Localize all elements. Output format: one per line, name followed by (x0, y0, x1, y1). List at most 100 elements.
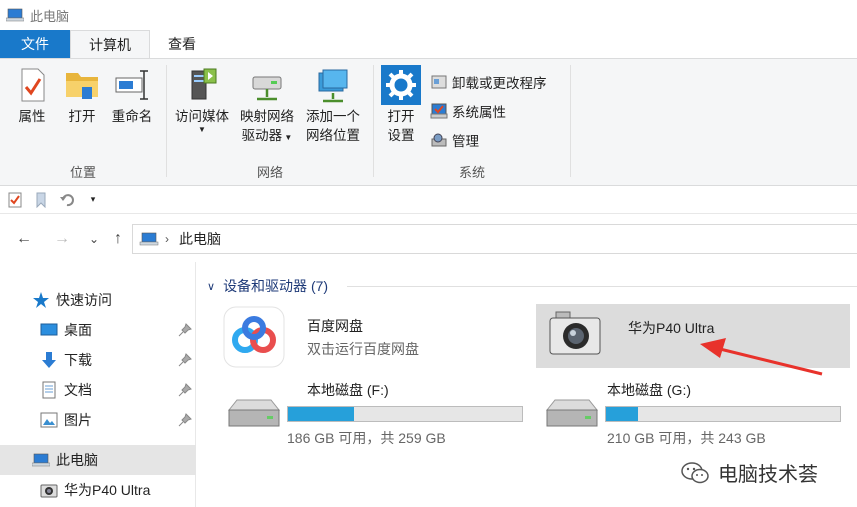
qat-new-folder-button[interactable] (28, 189, 54, 211)
pin-icon (178, 353, 192, 367)
disk-usage-fill (288, 407, 354, 421)
system-properties-label: 系统属性 (452, 105, 506, 120)
arrow-left-icon: ← (16, 230, 32, 247)
open-button[interactable]: 打开 (60, 65, 104, 126)
up-button[interactable]: ↑ (106, 228, 130, 250)
breadcrumb-this-pc[interactable]: 此电脑 (179, 229, 221, 249)
hard-drive-icon (227, 399, 281, 427)
network-drive-icon (252, 76, 282, 101)
properties-icon (8, 192, 22, 207)
star-icon (33, 292, 49, 308)
add-location-label-2: 网络位置 (306, 128, 360, 143)
tile-baidu-netdisk[interactable]: 百度网盘 双击运行百度网盘 (215, 304, 525, 368)
system-properties-icon (430, 103, 448, 119)
tile-name: 本地磁盘 (G:) (607, 382, 691, 398)
nav-item-documents[interactable]: 文档 (0, 375, 196, 405)
pin-icon (178, 323, 192, 337)
chevron-down-icon: ⌄ (88, 232, 100, 246)
back-button[interactable]: ← (12, 228, 36, 250)
navigation-row: ← → ⌄ ↑ › 此电脑 (0, 222, 857, 256)
rename-icon (115, 70, 148, 100)
undo-icon (60, 193, 74, 206)
tile-name: 本地磁盘 (F:) (307, 382, 389, 398)
tab-view[interactable]: 查看 (150, 30, 214, 58)
nav-label: 桌面 (64, 322, 92, 338)
open-settings-label-2: 设置 (387, 128, 415, 143)
desktop-icon (40, 323, 58, 336)
nav-label: 快速访问 (56, 292, 112, 308)
disk-free-space: 186 GB 可用，共 259 GB (287, 430, 446, 446)
document-icon (42, 381, 56, 399)
group-system: 打开 设置 卸载或更改程序 系统属性 管理 系统 (374, 59, 570, 185)
uninstall-label: 卸载或更改程序 (452, 76, 547, 91)
group-location: 属性 打开 重命名 位置 (0, 59, 166, 185)
gear-icon (381, 65, 421, 105)
uninstall-program-button[interactable]: 卸载或更改程序 (430, 71, 547, 93)
disk-free-space: 210 GB 可用，共 243 GB (607, 430, 766, 446)
breadcrumb-chevron-icon: › (165, 232, 169, 246)
group-header-line (347, 286, 857, 287)
nav-label: 下载 (64, 352, 92, 368)
camera-icon (549, 311, 601, 355)
wechat-icon (681, 461, 709, 483)
tile-subtitle: 双击运行百度网盘 (307, 341, 419, 357)
qat-undo-button[interactable] (54, 189, 80, 211)
recent-locations-button[interactable]: ⌄ (82, 228, 106, 250)
open-label: 打开 (68, 109, 96, 124)
add-network-location-button[interactable]: 添加一个 网络位置 (301, 65, 365, 145)
nav-label: 文档 (64, 382, 92, 398)
dropdown-arrow-icon: ▾ (90, 194, 96, 204)
arrow-right-icon: → (54, 230, 70, 247)
nav-item-quick-access[interactable]: 快速访问 (0, 285, 196, 315)
map-network-drive-button[interactable]: 映射网络 驱动器 ▼ (235, 65, 299, 147)
system-properties-button[interactable]: 系统属性 (430, 100, 506, 122)
properties-button[interactable]: 属性 (10, 65, 54, 126)
pin-icon (178, 383, 192, 397)
title-bar: 此电脑 (0, 0, 857, 30)
watermark: 电脑技术荟 (680, 458, 818, 487)
nav-label: 华为P40 Ultra (64, 482, 151, 498)
tile-name: 华为P40 Ultra (628, 320, 715, 336)
nav-item-downloads[interactable]: 下载 (0, 345, 196, 375)
nav-label: 图片 (64, 412, 92, 428)
computer-icon (32, 453, 50, 467)
folder-open-icon (66, 73, 98, 99)
nav-item-pictures[interactable]: 图片 (0, 405, 196, 435)
nav-item-this-pc[interactable]: 此电脑 (0, 445, 196, 475)
qat-customize-button[interactable]: ▾ (80, 189, 106, 211)
tab-file[interactable]: 文件 (0, 30, 70, 58)
nav-label: 此电脑 (56, 452, 98, 468)
nav-item-huawei-p40[interactable]: 华为P40 Ultra (0, 475, 196, 505)
open-settings-label-1: 打开 (387, 109, 415, 124)
manage-button[interactable]: 管理 (430, 129, 479, 151)
rename-button[interactable]: 重命名 (108, 65, 156, 126)
tile-disk-g[interactable]: 本地磁盘 (G:) 210 GB 可用，共 243 GB (533, 374, 843, 446)
camera-icon (40, 484, 58, 498)
address-bar[interactable]: › 此电脑 (132, 224, 857, 254)
access-media-button[interactable]: 访问媒体 ▼ (171, 65, 233, 134)
tab-computer[interactable]: 计算机 (70, 30, 150, 58)
add-location-label-1: 添加一个 (306, 109, 360, 124)
open-settings-button[interactable]: 打开 设置 (378, 65, 424, 145)
computer-icon (139, 232, 159, 246)
bookmark-icon (36, 192, 46, 208)
nav-item-desktop[interactable]: 桌面 (0, 315, 196, 345)
qat-properties-button[interactable] (2, 189, 28, 211)
download-arrow-icon (42, 352, 56, 368)
computer-icon (6, 8, 24, 22)
group-label-network: 网络 (256, 165, 283, 180)
group-header-label: 设备和驱动器 (7) (223, 278, 329, 294)
forward-button[interactable]: → (50, 228, 74, 250)
rename-label: 重命名 (111, 109, 153, 124)
access-media-label: 访问媒体 (175, 109, 229, 124)
devices-group-header[interactable]: ∨ 设备和驱动器 (7) (207, 276, 857, 296)
tile-name: 百度网盘 (307, 318, 363, 334)
tile-disk-f[interactable]: 本地磁盘 (F:) 186 GB 可用，共 259 GB (215, 374, 525, 446)
tile-huawei-p40[interactable]: 华为P40 Ultra (536, 304, 850, 368)
group-label-location: 位置 (69, 165, 96, 180)
media-server-icon (191, 68, 217, 100)
group-label-system: 系统 (458, 165, 485, 180)
window-title: 此电脑 (30, 8, 70, 24)
manage-icon (431, 133, 447, 147)
navigation-pane: 快速访问 桌面 下载 文档 图片 此电脑 华为P40 Ultra (0, 262, 196, 507)
